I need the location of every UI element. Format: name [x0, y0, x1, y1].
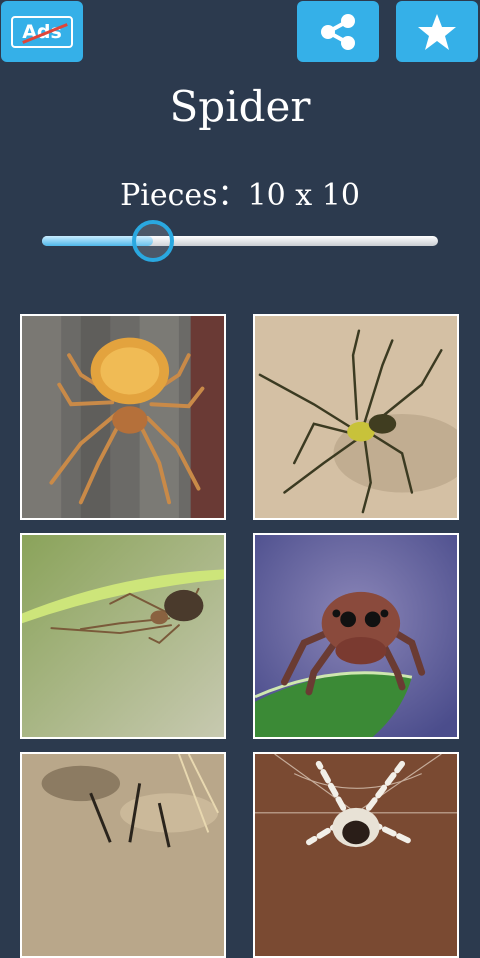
slider-thumb[interactable] — [132, 220, 174, 262]
puzzle-name: jumping-spider-on-leaf — [255, 736, 457, 737]
puzzle-image-spider-ground — [22, 754, 224, 956]
puzzle-name: spider-on-dry-ground — [22, 955, 224, 956]
puzzle-tile[interactable]: orange-spider-on-wood — [20, 314, 226, 520]
puzzle-image-spider-sand — [255, 316, 457, 518]
puzzle-tile[interactable]: long-legged-spider-on-sand — [253, 314, 459, 520]
no-ads-icon: Ads — [11, 15, 73, 48]
pieces-slider[interactable] — [42, 220, 438, 262]
star-icon — [418, 13, 456, 50]
share-icon — [321, 13, 355, 50]
share-button[interactable] — [297, 1, 379, 62]
page-title: Spider — [169, 82, 311, 131]
favorite-button[interactable] — [396, 1, 478, 62]
puzzle-tile[interactable]: spider-on-grass-blade — [20, 533, 226, 739]
puzzle-tile[interactable]: spider-on-dry-ground — [20, 752, 226, 958]
puzzle-name: spider-on-web — [255, 955, 457, 956]
puzzle-name: spider-on-grass-blade — [22, 736, 224, 737]
puzzle-image-spider-grass — [22, 535, 224, 737]
puzzle-tile[interactable]: jumping-spider-on-leaf — [253, 533, 459, 739]
puzzle-image-spider-web — [255, 754, 457, 956]
remove-ads-button[interactable]: Ads — [1, 1, 83, 62]
pieces-label: Pieces：10 x 10 — [120, 178, 360, 213]
puzzle-image-jumping-spider — [255, 535, 457, 737]
puzzle-name: orange-spider-on-wood — [22, 517, 224, 518]
puzzle-name: long-legged-spider-on-sand — [255, 517, 457, 518]
puzzle-image-spider-orange — [22, 316, 224, 518]
puzzle-tile[interactable]: spider-on-web — [253, 752, 459, 958]
